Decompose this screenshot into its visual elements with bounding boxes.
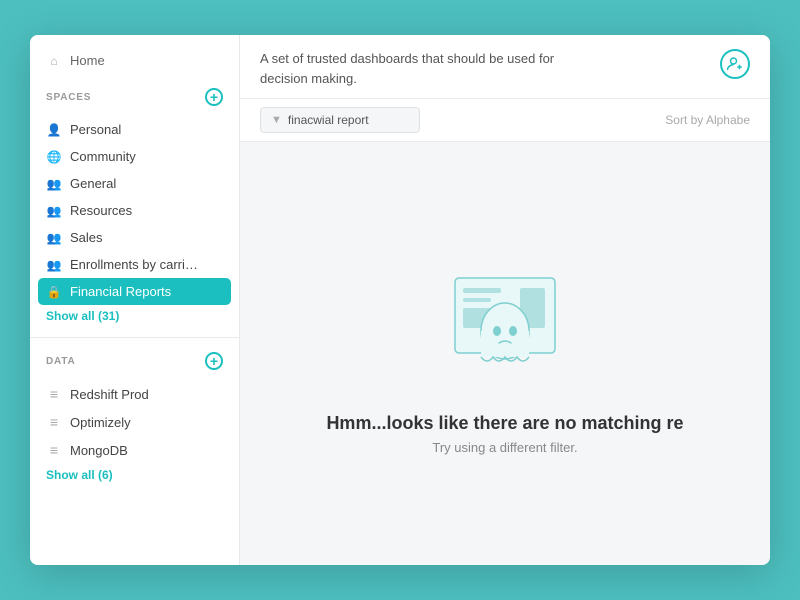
- db-icon-1: ≡: [46, 386, 62, 402]
- empty-subtitle: Try using a different filter.: [432, 440, 577, 455]
- spaces-list: 👤 Personal 🌐 Community 👥 General 👥 Resou…: [30, 116, 239, 305]
- globe-icon: 🌐: [46, 150, 62, 164]
- spaces-section-header: SPACES +: [46, 88, 223, 106]
- sidebar-home[interactable]: ⌂ Home: [30, 35, 239, 78]
- sidebar-item-enrollments[interactable]: 👥 Enrollments by carrier for AD a...: [38, 251, 231, 278]
- data-show-all[interactable]: Show all (6): [30, 464, 239, 492]
- spaces-show-all[interactable]: Show all (31): [30, 305, 239, 333]
- main-content: A set of trusted dashboards that should …: [240, 35, 770, 565]
- empty-title: Hmm...looks like there are no matching r…: [326, 413, 683, 434]
- person-icon: 👤: [46, 123, 62, 137]
- sidebar-item-mongodb[interactable]: ≡ MongoDB: [38, 436, 231, 464]
- sidebar-item-label: Financial Reports: [70, 284, 171, 299]
- sidebar-item-label: Enrollments by carrier for AD a...: [70, 257, 200, 272]
- data-section-title: DATA: [46, 356, 76, 367]
- sidebar: ⌂ Home SPACES + 👤 Personal 🌐 Community 👥…: [30, 35, 240, 565]
- people-icon-3: 👥: [46, 231, 62, 245]
- data-list: ≡ Redshift Prod ≡ Optimizely ≡ MongoDB: [30, 380, 239, 464]
- sort-label: Sort by Alphabe: [665, 113, 750, 127]
- lock-icon: 🔒: [46, 285, 62, 299]
- people-icon-2: 👥: [46, 204, 62, 218]
- filter-icon: ▼: [271, 114, 282, 126]
- sidebar-item-general[interactable]: 👥 General: [38, 170, 231, 197]
- people-icon-4: 👥: [46, 258, 62, 272]
- sidebar-item-optimizely[interactable]: ≡ Optimizely: [38, 408, 231, 436]
- sidebar-item-resources[interactable]: 👥 Resources: [38, 197, 231, 224]
- filter-value: finacwial report: [288, 113, 369, 127]
- sidebar-item-label: Redshift Prod: [70, 387, 149, 402]
- header-description: A set of trusted dashboards that should …: [260, 49, 600, 88]
- main-header: A set of trusted dashboards that should …: [240, 35, 770, 99]
- home-icon: ⌂: [46, 54, 62, 68]
- data-section-header: DATA +: [46, 352, 223, 370]
- people-icon: 👥: [46, 177, 62, 191]
- sidebar-item-label: MongoDB: [70, 443, 128, 458]
- sidebar-item-financial-reports[interactable]: 🔒 Financial Reports: [38, 278, 231, 305]
- add-user-button[interactable]: [720, 49, 750, 79]
- sidebar-item-label: General: [70, 176, 116, 191]
- filter-bar: ▼ finacwial report Sort by Alphabe: [240, 99, 770, 142]
- sidebar-divider: [30, 337, 239, 338]
- db-icon-2: ≡: [46, 414, 62, 430]
- empty-state: Hmm...looks like there are no matching r…: [240, 142, 770, 565]
- sidebar-item-label: Sales: [70, 230, 103, 245]
- db-icon-3: ≡: [46, 442, 62, 458]
- home-label: Home: [70, 53, 105, 68]
- ghost-illustration: [425, 253, 585, 393]
- filter-input-wrap[interactable]: ▼ finacwial report: [260, 107, 420, 133]
- sidebar-item-label: Optimizely: [70, 415, 131, 430]
- sidebar-item-label: Community: [70, 149, 136, 164]
- add-user-icon: [726, 55, 744, 73]
- sidebar-item-redshift[interactable]: ≡ Redshift Prod: [38, 380, 231, 408]
- sidebar-item-community[interactable]: 🌐 Community: [38, 143, 231, 170]
- sidebar-item-label: Personal: [70, 122, 121, 137]
- sidebar-item-personal[interactable]: 👤 Personal: [38, 116, 231, 143]
- sidebar-item-sales[interactable]: 👥 Sales: [38, 224, 231, 251]
- add-space-button[interactable]: +: [205, 88, 223, 106]
- header-actions: [720, 49, 750, 79]
- app-window: ⌂ Home SPACES + 👤 Personal 🌐 Community 👥…: [30, 35, 770, 565]
- sidebar-item-label: Resources: [70, 203, 132, 218]
- spaces-section-title: SPACES: [46, 92, 91, 103]
- data-section: DATA +: [30, 342, 239, 380]
- add-data-button[interactable]: +: [205, 352, 223, 370]
- spaces-section: SPACES +: [30, 78, 239, 116]
